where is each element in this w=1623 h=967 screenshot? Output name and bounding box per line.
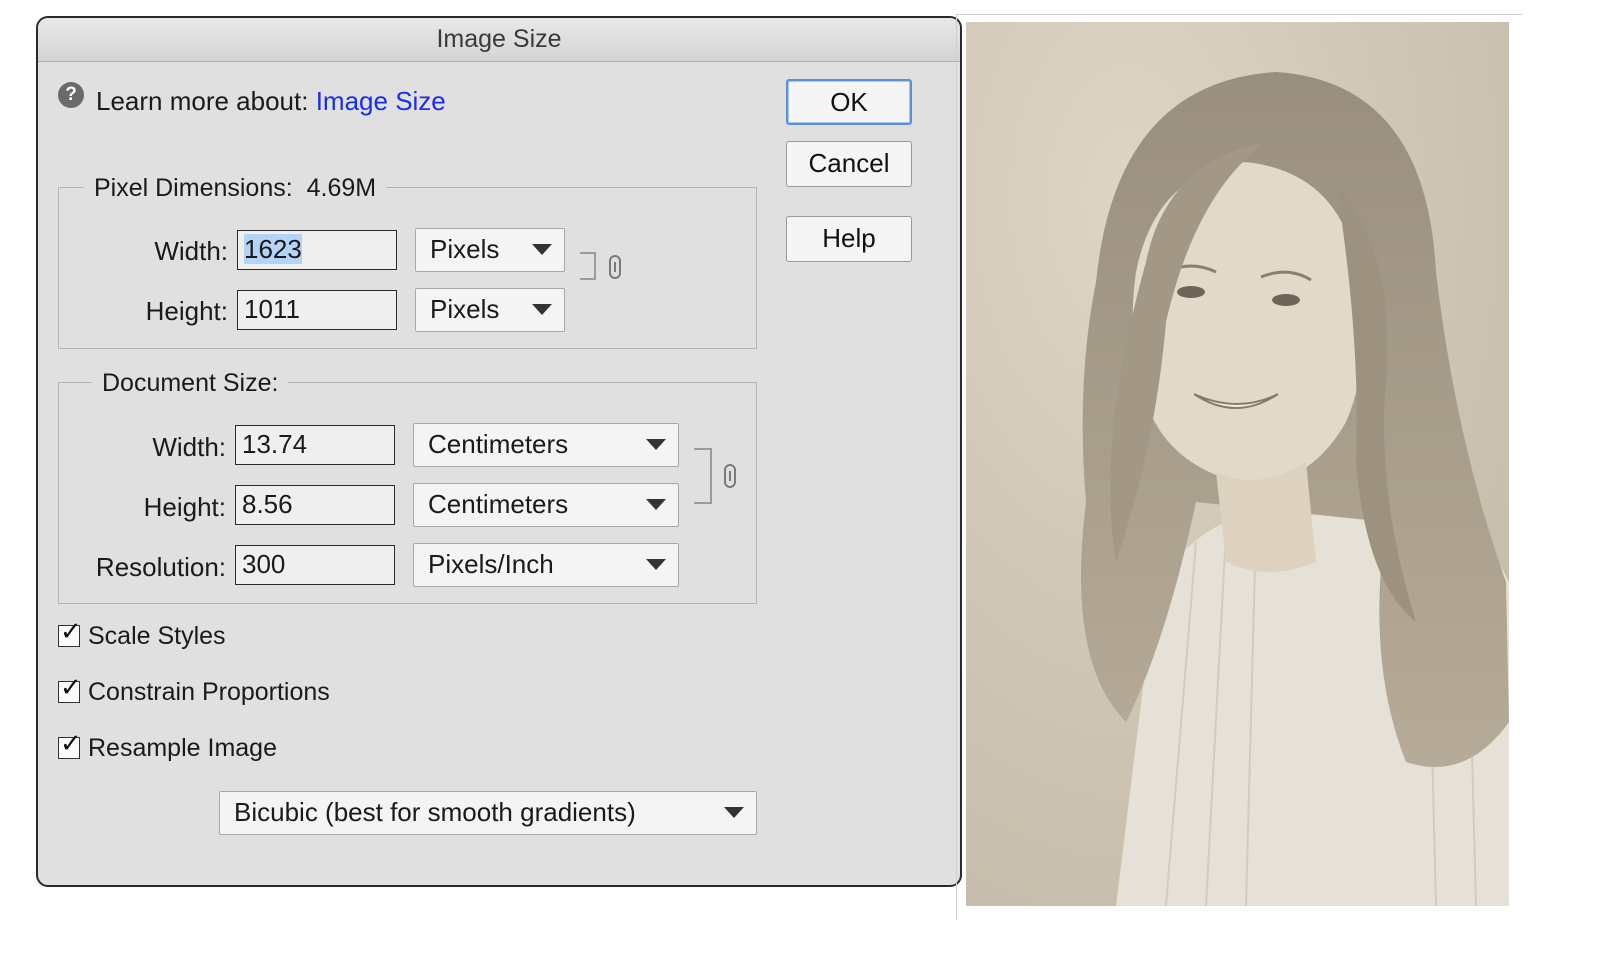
resample-method: Bicubic (best for smooth gradients) — [234, 797, 636, 827]
doc-width-value: 13.74 — [242, 429, 308, 459]
pixel-width-input[interactable]: 1623 — [237, 230, 397, 270]
resolution-unit: Pixels/Inch — [428, 549, 554, 579]
chevron-down-icon — [724, 807, 744, 818]
constrain-proportions-label: Constrain Proportions — [88, 678, 330, 706]
resolution-unit-select[interactable]: Pixels/Inch — [413, 543, 679, 587]
portrait-photo-image — [966, 22, 1509, 906]
doc-width-input[interactable]: 13.74 — [235, 425, 395, 465]
checkmark-icon: ✓ — [60, 672, 82, 702]
resample-method-select[interactable]: Bicubic (best for smooth gradients) — [219, 791, 757, 835]
chevron-down-icon — [646, 439, 666, 450]
ok-button[interactable]: OK — [786, 79, 912, 125]
help-prefix: Learn more about: — [96, 86, 309, 116]
pixel-width-unit-select[interactable]: Pixels — [415, 228, 565, 272]
constrain-proportions-option[interactable]: ✓ Constrain Proportions — [58, 674, 330, 706]
scale-styles-label: Scale Styles — [88, 622, 226, 650]
resample-image-checkbox[interactable]: ✓ — [58, 730, 82, 759]
checkmark-icon: ✓ — [60, 728, 82, 758]
scale-styles-checkbox[interactable]: ✓ — [58, 618, 82, 647]
cancel-button[interactable]: Cancel — [786, 141, 912, 187]
pixel-link-bracket — [580, 252, 596, 280]
checkmark-icon: ✓ — [60, 616, 82, 646]
pixel-dimensions-label: Pixel Dimensions: — [94, 174, 293, 202]
question-circle-icon[interactable]: ? — [58, 82, 84, 108]
chevron-down-icon — [532, 244, 552, 255]
scale-styles-option[interactable]: ✓ Scale Styles — [58, 618, 226, 650]
resample-image-label: Resample Image — [88, 734, 277, 762]
document-link-bracket — [694, 448, 712, 504]
chevron-down-icon — [646, 559, 666, 570]
pixel-width-label: Width: — [154, 236, 228, 266]
image-size-help-link[interactable]: Image Size — [316, 86, 446, 116]
help-button[interactable]: Help — [786, 216, 912, 262]
chain-link-icon — [724, 464, 736, 488]
doc-height-unit-select[interactable]: Centimeters — [413, 483, 679, 527]
chevron-down-icon — [646, 499, 666, 510]
pixel-dimensions-size: 4.69M — [306, 174, 377, 202]
resolution-input[interactable]: 300 — [235, 545, 395, 585]
doc-width-unit: Centimeters — [428, 429, 569, 459]
chain-link-icon — [609, 255, 621, 279]
document-size-legend: Document Size: — [92, 369, 289, 398]
doc-height-value: 8.56 — [242, 489, 293, 519]
resolution-label: Resolution: — [95, 552, 226, 582]
constrain-proportions-checkbox[interactable]: ✓ — [58, 674, 82, 703]
help-row: ? Learn more about: Image Size — [58, 82, 446, 118]
resolution-value: 300 — [242, 549, 286, 579]
doc-height-unit: Centimeters — [428, 489, 569, 519]
pixel-height-unit: Pixels — [430, 294, 500, 324]
pixel-dimensions-legend: Pixel Dimensions: 4.69M — [84, 174, 387, 203]
image-size-dialog: Image Size ? Learn more about: Image Size… — [36, 16, 962, 887]
pixel-width-value: 1623 — [244, 234, 302, 264]
pixel-height-value: 1011 — [244, 294, 300, 324]
dialog-title: Image Size — [38, 18, 960, 62]
pixel-height-input[interactable]: 1011 — [237, 290, 397, 330]
pixel-height-label: Height: — [145, 296, 228, 326]
doc-width-label: Width: — [152, 432, 226, 462]
doc-height-input[interactable]: 8.56 — [235, 485, 395, 525]
pixel-height-unit-select[interactable]: Pixels — [415, 288, 565, 332]
preview-photo — [966, 22, 1509, 906]
doc-height-label: Height: — [143, 492, 226, 522]
chevron-down-icon — [532, 304, 552, 315]
doc-width-unit-select[interactable]: Centimeters — [413, 423, 679, 467]
pixel-width-unit: Pixels — [430, 234, 500, 264]
resample-image-option[interactable]: ✓ Resample Image — [58, 730, 277, 762]
